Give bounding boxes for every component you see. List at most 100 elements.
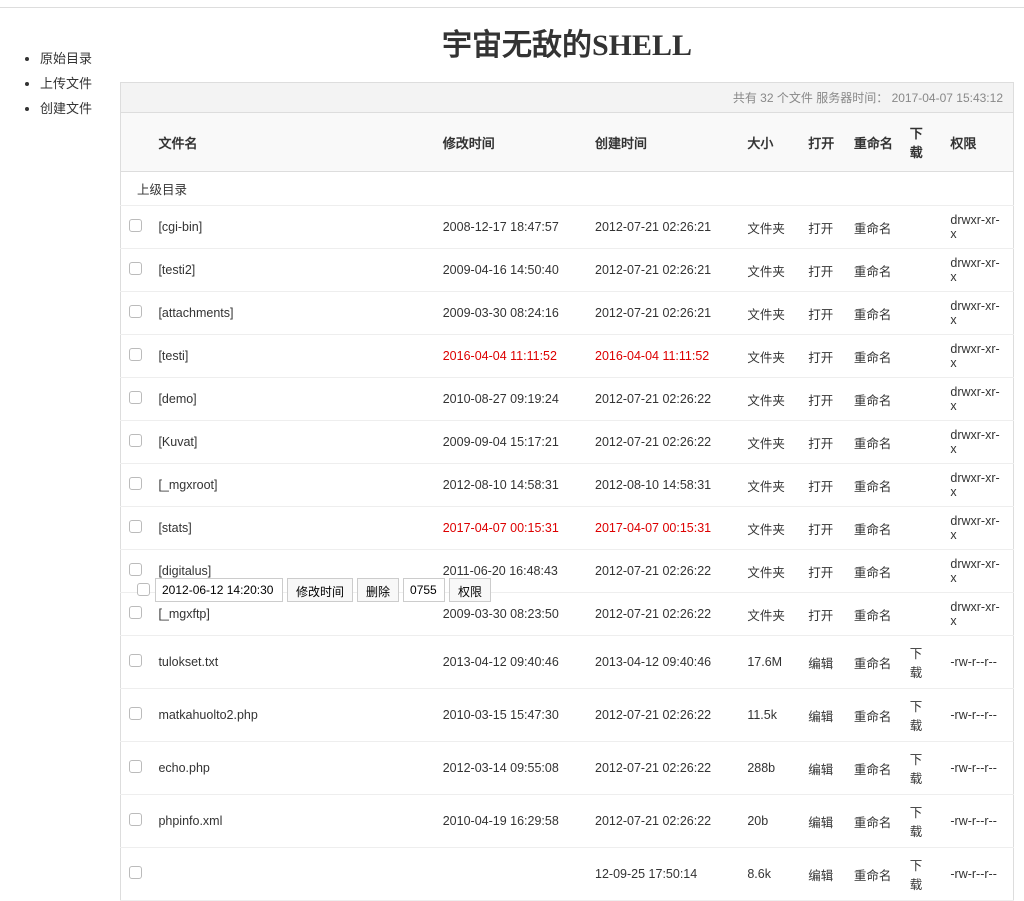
sidebar-item-original-dir[interactable]: 原始目录 [40, 48, 110, 67]
header-mtime[interactable]: 修改时间 [435, 113, 587, 172]
row-checkbox[interactable] [129, 262, 142, 275]
file-name[interactable]: [cgi-bin] [150, 206, 434, 249]
file-perm[interactable]: -rw-r--r-- [942, 742, 1013, 795]
file-perm[interactable]: drwxr-xr-x [942, 550, 1013, 593]
file-name[interactable]: [testi] [150, 335, 434, 378]
action-open[interactable]: 打开 [800, 335, 846, 378]
action-open[interactable]: 打开 [800, 378, 846, 421]
action-open[interactable]: 编辑 [800, 689, 846, 742]
file-perm[interactable]: drwxr-xr-x [942, 249, 1013, 292]
file-perm[interactable]: drwxr-xr-x [942, 464, 1013, 507]
action-download[interactable]: 下载 [902, 848, 943, 901]
action-open[interactable]: 编辑 [800, 742, 846, 795]
file-perm[interactable]: drwxr-xr-x [942, 378, 1013, 421]
table-row: [attachments]2009-03-30 08:24:162012-07-… [121, 292, 1014, 335]
action-open[interactable]: 打开 [800, 593, 846, 636]
file-name[interactable]: [Kuvat] [150, 421, 434, 464]
file-name[interactable]: matkahuolto2.php [150, 689, 434, 742]
bottom-row-checkbox[interactable] [137, 583, 150, 596]
action-rename[interactable]: 重命名 [846, 206, 902, 249]
row-checkbox[interactable] [129, 219, 142, 232]
action-open[interactable]: 打开 [800, 464, 846, 507]
action-rename[interactable]: 重命名 [846, 689, 902, 742]
file-name[interactable]: [_mgxroot] [150, 464, 434, 507]
action-open[interactable]: 打开 [800, 292, 846, 335]
header-size[interactable]: 大小 [739, 113, 800, 172]
action-open[interactable]: 打开 [800, 507, 846, 550]
file-name[interactable]: echo.php [150, 742, 434, 795]
action-rename[interactable]: 重命名 [846, 550, 902, 593]
action-rename[interactable]: 重命名 [846, 742, 902, 795]
table-row: [_mgxroot]2012-08-10 14:58:312012-08-10 … [121, 464, 1014, 507]
file-perm[interactable]: drwxr-xr-x [942, 206, 1013, 249]
btn-change-perm[interactable]: 权限 [449, 578, 491, 602]
row-checkbox[interactable] [129, 391, 142, 404]
row-checkbox[interactable] [129, 348, 142, 361]
row-checkbox[interactable] [129, 563, 142, 576]
file-perm[interactable]: drwxr-xr-x [942, 335, 1013, 378]
action-rename[interactable]: 重命名 [846, 507, 902, 550]
file-size: 文件夹 [739, 206, 800, 249]
row-checkbox[interactable] [129, 866, 142, 879]
sidebar-menu: 原始目录 上传文件 创建文件 [30, 48, 110, 117]
file-name[interactable]: [testi2] [150, 249, 434, 292]
file-perm[interactable]: -rw-r--r-- [942, 848, 1013, 901]
action-rename[interactable]: 重命名 [846, 335, 902, 378]
action-rename[interactable]: 重命名 [846, 795, 902, 848]
parent-dir-row[interactable]: 上级目录 [121, 172, 1014, 206]
row-checkbox[interactable] [129, 813, 142, 826]
header-name[interactable]: 文件名 [150, 113, 434, 172]
action-open[interactable]: 编辑 [800, 636, 846, 689]
action-rename[interactable]: 重命名 [846, 636, 902, 689]
action-open[interactable]: 编辑 [800, 795, 846, 848]
action-open[interactable]: 打开 [800, 206, 846, 249]
action-download[interactable]: 下载 [902, 795, 943, 848]
row-checkbox[interactable] [129, 707, 142, 720]
row-checkbox[interactable] [129, 760, 142, 773]
file-name[interactable]: [demo] [150, 378, 434, 421]
page-title: 宇宙无敌的SHELL [120, 8, 1014, 82]
file-perm[interactable]: -rw-r--r-- [942, 636, 1013, 689]
action-rename[interactable]: 重命名 [846, 378, 902, 421]
mtime-input[interactable] [155, 578, 283, 602]
action-open[interactable]: 编辑 [800, 848, 846, 901]
action-download[interactable]: 下载 [902, 689, 943, 742]
perm-input[interactable] [403, 578, 445, 602]
action-rename[interactable]: 重命名 [846, 593, 902, 636]
row-checkbox[interactable] [129, 305, 142, 318]
btn-delete[interactable]: 删除 [357, 578, 399, 602]
action-open[interactable]: 打开 [800, 550, 846, 593]
sidebar-item-upload[interactable]: 上传文件 [40, 73, 110, 92]
row-checkbox[interactable] [129, 520, 142, 533]
row-checkbox[interactable] [129, 654, 142, 667]
action-rename[interactable]: 重命名 [846, 249, 902, 292]
file-name[interactable]: [stats] [150, 507, 434, 550]
file-perm[interactable]: -rw-r--r-- [942, 795, 1013, 848]
header-open: 打开 [800, 113, 846, 172]
action-rename[interactable]: 重命名 [846, 464, 902, 507]
btn-change-mtime[interactable]: 修改时间 [287, 578, 353, 602]
file-perm[interactable]: drwxr-xr-x [942, 292, 1013, 335]
file-name[interactable]: tulokset.txt [150, 636, 434, 689]
row-checkbox[interactable] [129, 606, 142, 619]
file-perm[interactable]: drwxr-xr-x [942, 421, 1013, 464]
file-perm[interactable]: -rw-r--r-- [942, 689, 1013, 742]
action-open[interactable]: 打开 [800, 421, 846, 464]
file-perm[interactable]: drwxr-xr-x [942, 507, 1013, 550]
action-rename[interactable]: 重命名 [846, 292, 902, 335]
action-rename[interactable]: 重命名 [846, 421, 902, 464]
action-download[interactable]: 下载 [902, 636, 943, 689]
action-open[interactable]: 打开 [800, 249, 846, 292]
sidebar-item-create[interactable]: 创建文件 [40, 98, 110, 117]
row-checkbox[interactable] [129, 477, 142, 490]
file-size: 8.6k [739, 848, 800, 901]
action-rename[interactable]: 重命名 [846, 848, 902, 901]
action-download[interactable]: 下载 [902, 742, 943, 795]
parent-dir-label[interactable]: 上级目录 [121, 172, 1014, 206]
file-name[interactable]: [attachments] [150, 292, 434, 335]
header-ctime[interactable]: 创建时间 [587, 113, 739, 172]
row-checkbox[interactable] [129, 434, 142, 447]
file-perm[interactable]: drwxr-xr-x [942, 593, 1013, 636]
header-rename: 重命名 [846, 113, 902, 172]
file-name[interactable]: phpinfo.xml [150, 795, 434, 848]
